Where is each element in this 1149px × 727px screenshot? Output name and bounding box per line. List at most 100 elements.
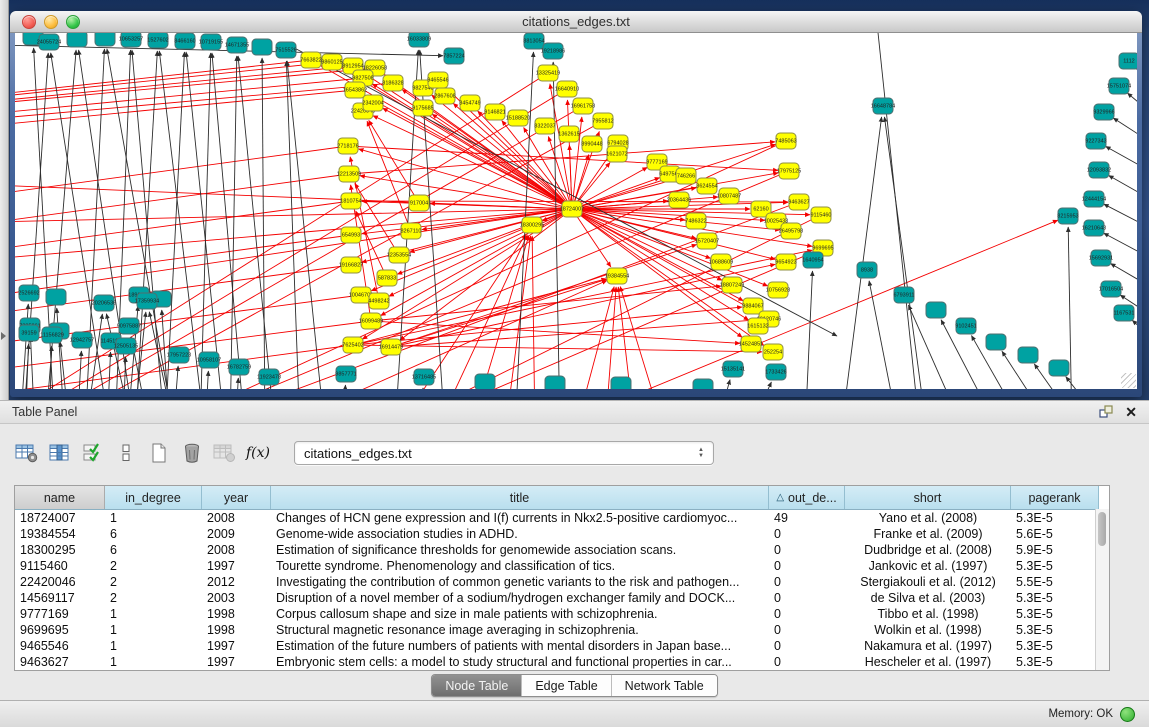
- graph-node-1527602[interactable]: 1527602: [147, 33, 168, 48]
- graph-node-9465546[interactable]: 9465546: [427, 72, 448, 88]
- column-header-in-degree[interactable]: in_degree: [105, 486, 202, 509]
- graph-node-8454749[interactable]: 8454749: [459, 95, 480, 111]
- graph-node-18300295[interactable]: 18300295: [520, 217, 544, 233]
- graph-node-7515526[interactable]: 7515526: [275, 42, 296, 58]
- graph-node-14671355[interactable]: 14671355: [225, 37, 249, 53]
- table-row[interactable]: 1830029562008Estimation of significance …: [15, 542, 1109, 558]
- graph-node-14524851[interactable]: 14524851: [739, 336, 763, 352]
- cell-pagerank[interactable]: 5.6E-5: [1011, 527, 1099, 541]
- graph-node-10756928[interactable]: 10756928: [766, 282, 790, 298]
- cell-year[interactable]: 2012: [202, 575, 271, 589]
- cell-pagerank[interactable]: 5.3E-5: [1011, 511, 1099, 525]
- cell-pagerank[interactable]: 5.3E-5: [1011, 655, 1099, 669]
- cell-short[interactable]: Nakamura et al. (1997): [845, 639, 1011, 653]
- graph-node-9175685[interactable]: 9175685: [412, 100, 433, 116]
- graph-node-10719155[interactable]: 10719155: [199, 34, 223, 50]
- graph-node[interactable]: [611, 377, 631, 389]
- cell-out-de-[interactable]: 0: [769, 639, 845, 653]
- cell-in-degree[interactable]: 2: [105, 575, 202, 589]
- cell-year[interactable]: 1997: [202, 559, 271, 573]
- cell-pagerank[interactable]: 5.3E-5: [1011, 559, 1099, 573]
- close-window-button[interactable]: [22, 15, 36, 29]
- float-panel-icon[interactable]: [1099, 405, 1113, 419]
- graph-node-1112[interactable]: 1112: [1119, 53, 1137, 69]
- graph-node-1810754[interactable]: 1810754: [340, 193, 361, 209]
- cell-title[interactable]: Estimation of significance thresholds fo…: [271, 543, 769, 557]
- graph-node-8186328[interactable]: 8186328: [382, 75, 403, 91]
- table-scrollbar[interactable]: [1095, 509, 1109, 670]
- graph-edge[interactable]: [618, 287, 635, 389]
- graph-edge[interactable]: [1109, 175, 1137, 213]
- cell-name[interactable]: 9777169: [15, 607, 105, 621]
- cell-short[interactable]: Dudbridge et al. (2008): [845, 543, 1011, 557]
- graph-node-9102451[interactable]: 9102451: [955, 318, 976, 334]
- graph-node-746266[interactable]: 746266: [676, 168, 696, 184]
- table-row[interactable]: 946362711997Embryonic stem cells: a mode…: [15, 654, 1109, 670]
- graph-node-8267110[interactable]: 8267110: [400, 223, 421, 239]
- tab-node-table[interactable]: Node Table: [432, 675, 522, 696]
- cell-name[interactable]: 9115460: [15, 559, 105, 573]
- graph-node-8990448[interactable]: 8990448: [581, 136, 602, 152]
- graph-node-17975125[interactable]: 17975125: [777, 163, 801, 179]
- table-row[interactable]: 946554611997Estimation of the future num…: [15, 638, 1109, 654]
- graph-node-16099489[interactable]: 16099489: [359, 313, 383, 329]
- graph-node-16914479[interactable]: 16914479: [379, 339, 403, 355]
- cell-short[interactable]: Stergiakouli et al. (2012): [845, 575, 1011, 589]
- graph-node-11923478[interactable]: 11923478: [257, 369, 281, 385]
- graph-edge[interactable]: [575, 287, 614, 389]
- graph-node-16543862[interactable]: 16543862: [343, 82, 367, 98]
- graph-node-9115460[interactable]: 9115460: [810, 207, 831, 223]
- graph-node-10653257[interactable]: 10653257: [119, 33, 143, 47]
- graph-edge[interactable]: [31, 337, 35, 389]
- graph-node-9227343[interactable]: 9227343: [1085, 133, 1106, 149]
- graph-node-20364436[interactable]: 20364436: [667, 192, 691, 208]
- cell-short[interactable]: Yano et al. (2008): [845, 511, 1011, 525]
- cell-short[interactable]: Franke et al. (2009): [845, 527, 1011, 541]
- cell-year[interactable]: 2003: [202, 591, 271, 605]
- cell-title[interactable]: Embryonic stem cells: a model to study s…: [271, 655, 769, 669]
- graph-node[interactable]: [475, 374, 495, 389]
- cell-pagerank[interactable]: 5.3E-5: [1011, 623, 1099, 637]
- cell-year[interactable]: 1998: [202, 623, 271, 637]
- graph-edge[interactable]: [15, 68, 375, 108]
- citation-network-graph[interactable]: 1872400718300295193845547663822986012589…: [15, 33, 1137, 389]
- graph-node[interactable]: [1018, 347, 1038, 363]
- graph-node-18807249[interactable]: 18807249: [720, 277, 744, 293]
- graph-node-7625402[interactable]: 7625402: [342, 337, 363, 353]
- graph-node[interactable]: [252, 39, 272, 55]
- cell-short[interactable]: Jankovic et al. (1997): [845, 559, 1011, 573]
- graph-edge[interactable]: [1127, 93, 1137, 133]
- graph-edge[interactable]: [567, 100, 572, 209]
- cell-year[interactable]: 2008: [202, 511, 271, 525]
- network-canvas[interactable]: 1872400718300295193845547663822986012589…: [15, 33, 1137, 389]
- graph-node-16210643[interactable]: 16210643: [1082, 220, 1106, 236]
- minimize-window-button[interactable]: [44, 15, 58, 29]
- table-row[interactable]: 1456911722003Disruption of a novel membe…: [15, 590, 1109, 606]
- graph-node-1733426[interactable]: 1733426: [765, 364, 786, 380]
- table-selector-dropdown[interactable]: citations_edges.txt ▲▼: [294, 441, 714, 465]
- graph-node-8215953[interactable]: 8215953: [1057, 208, 1078, 224]
- graph-node-18724007[interactable]: 18724007: [560, 201, 584, 217]
- graph-edge[interactable]: [805, 271, 812, 389]
- graph-node-10958107[interactable]: 10958107: [197, 352, 221, 368]
- cell-short[interactable]: Wolkin et al. (1998): [845, 623, 1011, 637]
- delete-table-icon[interactable]: [212, 440, 238, 466]
- graph-edge[interactable]: [748, 382, 771, 389]
- cell-year[interactable]: 2008: [202, 543, 271, 557]
- graph-edge[interactable]: [235, 378, 238, 389]
- graph-node-1362615[interactable]: 1362615: [558, 126, 579, 142]
- table-row[interactable]: 2242004622012Investigating the contribut…: [15, 574, 1109, 590]
- cell-title[interactable]: Structural magnetic resonance image aver…: [271, 623, 769, 637]
- graph-edge[interactable]: [15, 90, 355, 130]
- graph-edge[interactable]: [371, 321, 740, 343]
- splitter-collapse-arrow-icon[interactable]: [1, 332, 6, 340]
- graph-node-16640910[interactable]: 16640910: [555, 81, 579, 97]
- cell-title[interactable]: Corpus callosum shape and size in male p…: [271, 607, 769, 621]
- table-scrollbar-thumb[interactable]: [1098, 512, 1106, 546]
- cell-year[interactable]: 1998: [202, 607, 271, 621]
- graph-edge[interactable]: [205, 371, 208, 389]
- graph-node-12505135[interactable]: 12505135: [114, 338, 138, 354]
- cell-short[interactable]: Hescheler et al. (1997): [845, 655, 1011, 669]
- graph-node-15135141[interactable]: 15135141: [721, 361, 745, 377]
- graph-node-11156829[interactable]: 11156829: [40, 327, 64, 343]
